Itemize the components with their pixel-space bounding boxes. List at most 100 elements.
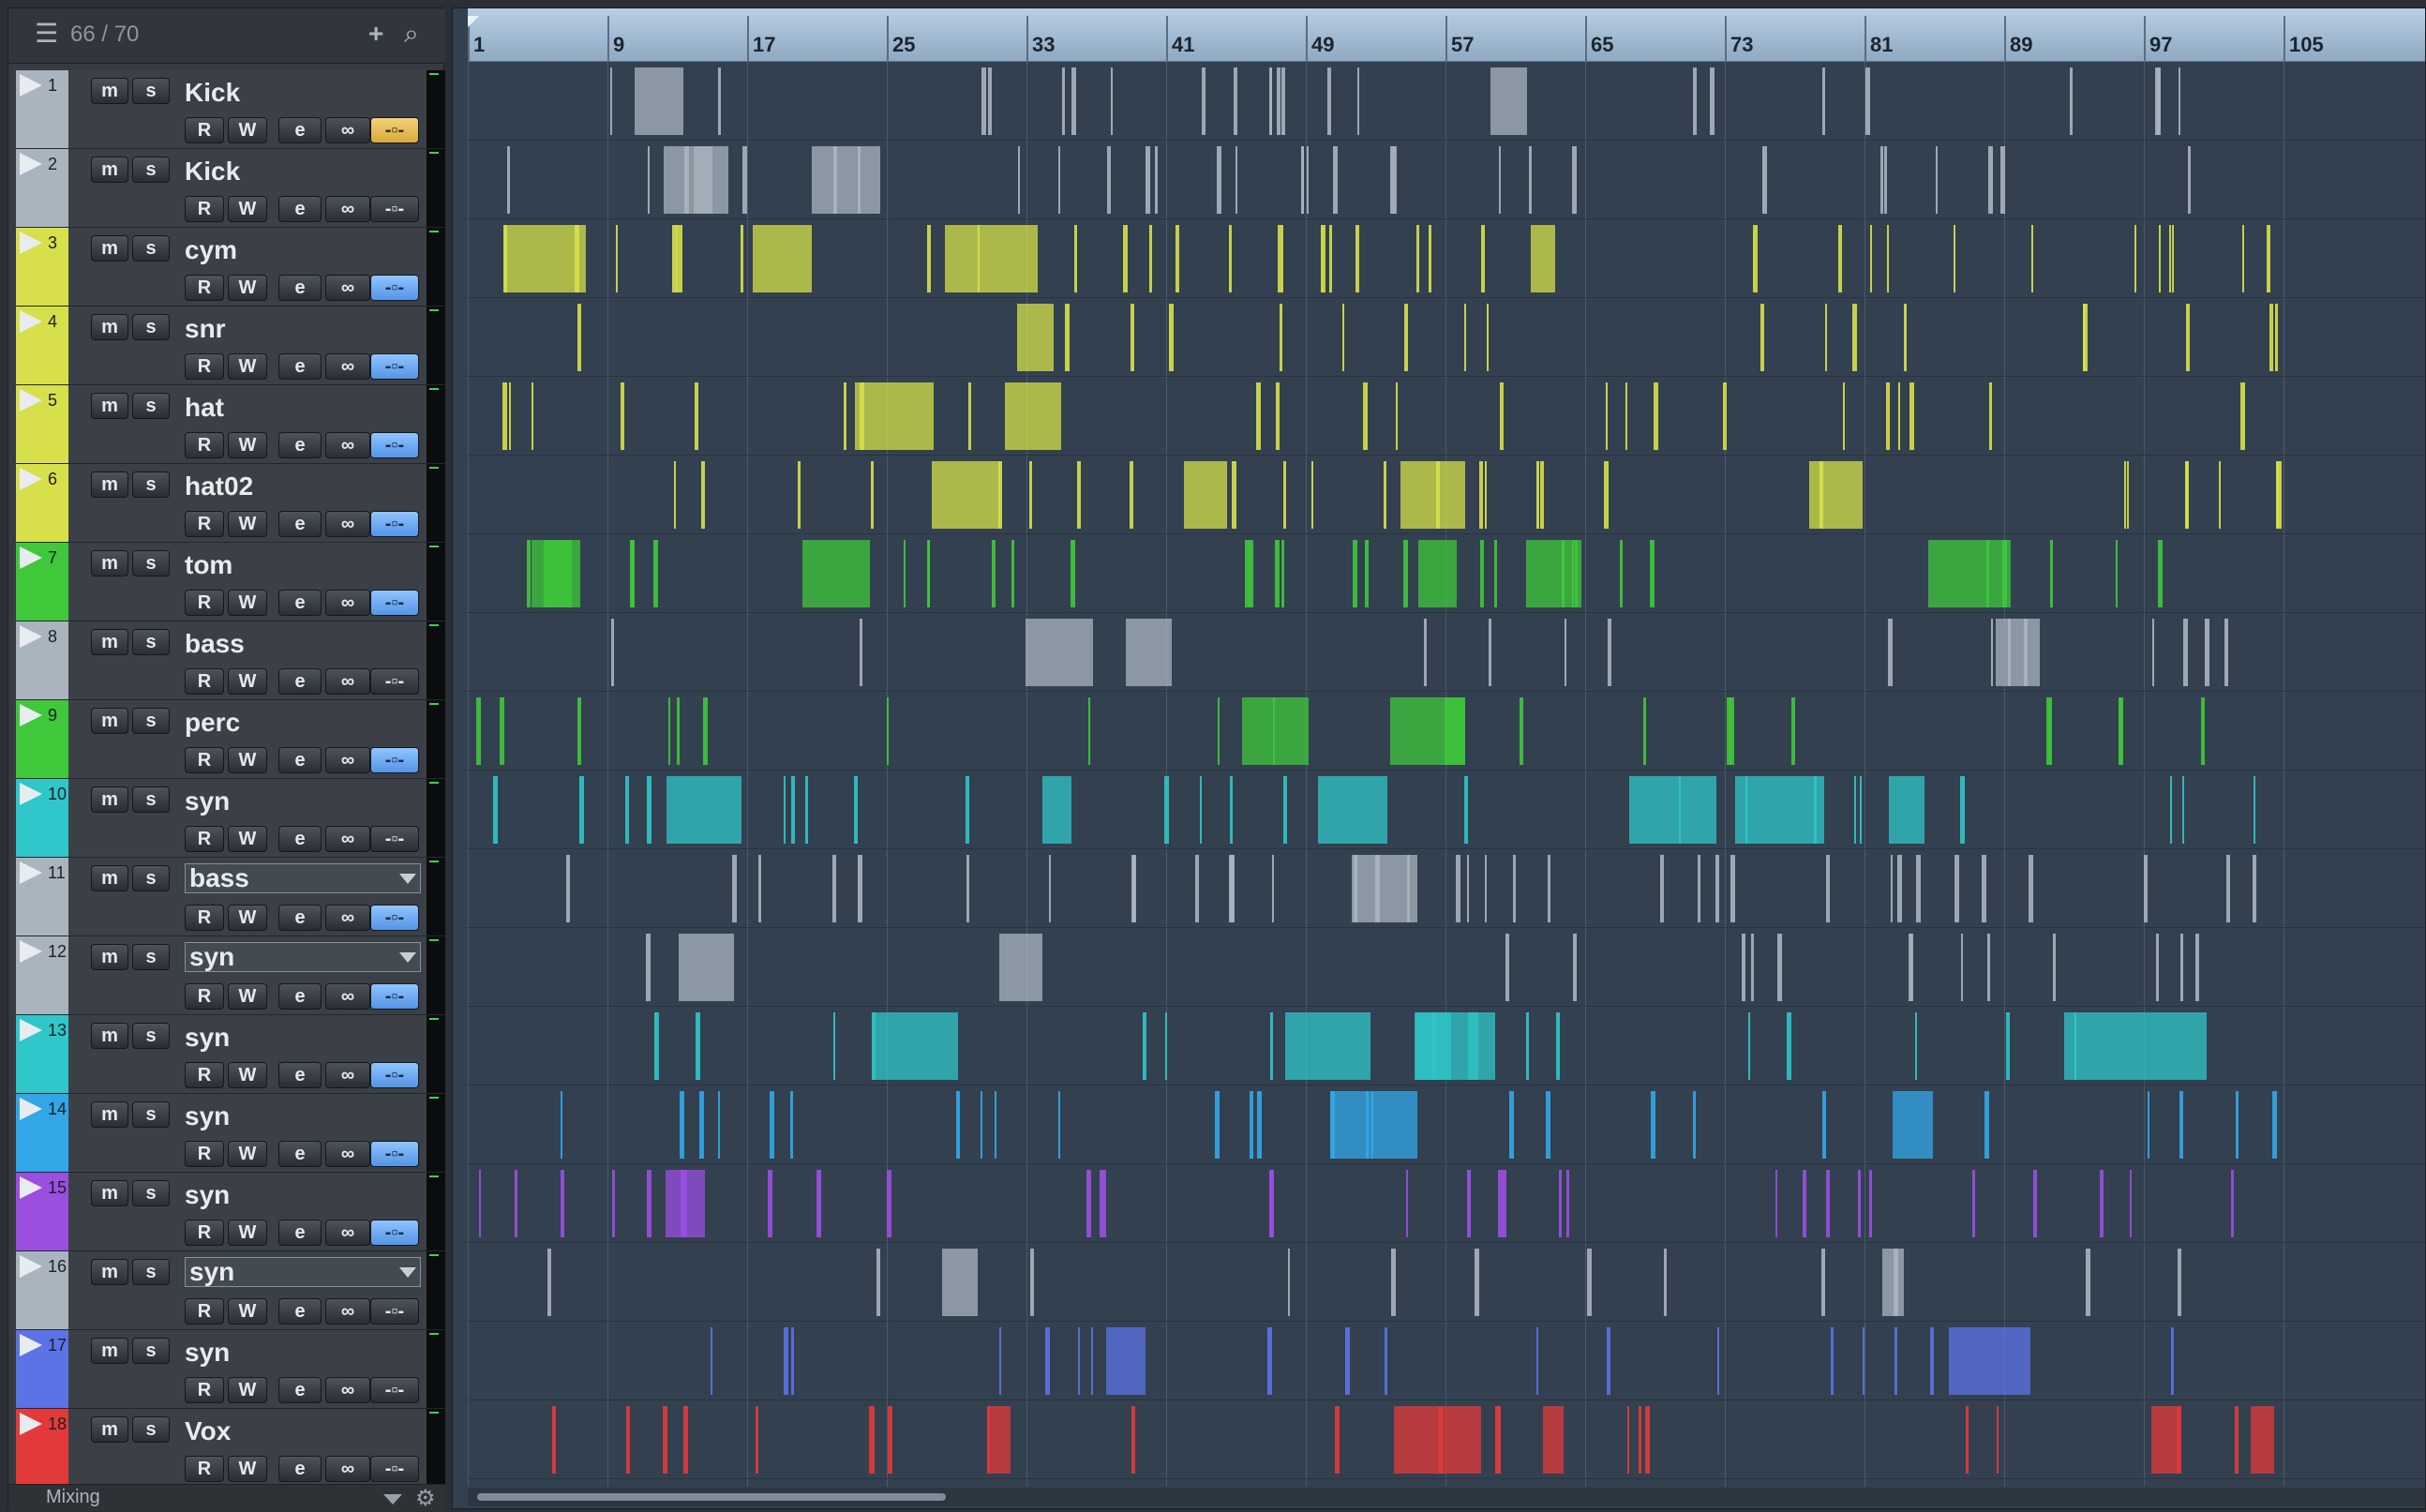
- midi-event[interactable]: [647, 1170, 651, 1237]
- track-color-strip[interactable]: 15: [16, 1173, 68, 1250]
- midi-event[interactable]: [2100, 1170, 2104, 1237]
- play-icon[interactable]: [20, 1019, 42, 1041]
- write-automation-button[interactable]: W: [228, 1377, 267, 1403]
- midi-event[interactable]: [2031, 225, 2033, 292]
- track-color-strip[interactable]: 7: [16, 543, 68, 621]
- list-icon[interactable]: ☰: [35, 20, 58, 48]
- midi-event[interactable]: [1651, 1091, 1655, 1159]
- edit-instrument-button[interactable]: e: [278, 590, 322, 616]
- edit-instrument-button[interactable]: e: [278, 511, 322, 537]
- midi-event[interactable]: [1464, 304, 1466, 371]
- link-button[interactable]: ∞: [325, 747, 370, 773]
- midi-event[interactable]: [1485, 461, 1487, 529]
- monitor-button[interactable]: -▫-: [370, 1377, 419, 1403]
- midi-event[interactable]: [1556, 1012, 1560, 1080]
- track-row[interactable]: 9 m s R We ∞ -▫- perc: [16, 700, 445, 779]
- midi-event[interactable]: [1809, 461, 1863, 529]
- edit-instrument-button[interactable]: e: [278, 275, 322, 301]
- midi-event[interactable]: [626, 1406, 630, 1474]
- track-color-strip[interactable]: 6: [16, 464, 68, 542]
- play-icon[interactable]: [20, 468, 42, 490]
- track-name[interactable]: hat: [185, 393, 224, 423]
- midi-event[interactable]: [992, 540, 996, 607]
- solo-button[interactable]: s: [132, 472, 170, 498]
- midi-event[interactable]: [1311, 461, 1313, 529]
- midi-event[interactable]: [1852, 304, 1857, 371]
- midi-event[interactable]: [1894, 1249, 1898, 1316]
- midi-event[interactable]: [2186, 304, 2190, 371]
- midi-event[interactable]: [1371, 1091, 1373, 1159]
- track-name[interactable]: syn: [185, 1101, 230, 1131]
- midi-event[interactable]: [1132, 855, 1136, 922]
- midi-event[interactable]: [1858, 1170, 1861, 1237]
- midi-event[interactable]: [1030, 1249, 1034, 1316]
- midi-event[interactable]: [1989, 382, 1992, 450]
- midi-event[interactable]: [1854, 776, 1856, 844]
- solo-button[interactable]: s: [132, 1338, 170, 1364]
- midi-event[interactable]: [1327, 67, 1331, 135]
- track-lane[interactable]: [468, 928, 2425, 1007]
- midi-event[interactable]: [1363, 382, 1368, 450]
- midi-event[interactable]: [718, 67, 721, 135]
- midi-event[interactable]: [1639, 1406, 1641, 1474]
- midi-event[interactable]: [1283, 461, 1286, 529]
- midi-event[interactable]: [654, 1012, 659, 1080]
- midi-event[interactable]: [677, 697, 680, 765]
- track-color-strip[interactable]: 11: [16, 858, 68, 936]
- midi-event[interactable]: [2158, 540, 2163, 607]
- midi-event[interactable]: [812, 146, 880, 214]
- midi-event[interactable]: [1071, 67, 1076, 135]
- track-row[interactable]: 3 m s R We ∞ -▫- cym: [16, 228, 445, 307]
- midi-event[interactable]: [904, 540, 906, 607]
- link-button[interactable]: ∞: [325, 432, 370, 458]
- midi-event[interactable]: [1357, 67, 1359, 135]
- midi-event[interactable]: [699, 1091, 704, 1159]
- midi-event[interactable]: [694, 146, 712, 214]
- midi-event[interactable]: [1155, 146, 1158, 214]
- midi-event[interactable]: [1643, 697, 1646, 765]
- midi-event[interactable]: [718, 1091, 720, 1159]
- midi-event[interactable]: [966, 776, 969, 844]
- midi-event[interactable]: [1620, 540, 1623, 607]
- track-name[interactable]: syn: [185, 1180, 230, 1210]
- midi-event[interactable]: [1418, 540, 1457, 607]
- midi-event[interactable]: [1242, 697, 1309, 765]
- midi-event[interactable]: [507, 146, 510, 214]
- track-row[interactable]: 14 m s R We ∞ -▫- syn: [16, 1094, 445, 1173]
- midi-event[interactable]: [1481, 225, 1485, 292]
- read-automation-button[interactable]: R: [185, 117, 224, 143]
- midi-event[interactable]: [981, 1091, 982, 1159]
- track-color-strip[interactable]: 18: [16, 1409, 68, 1487]
- midi-event[interactable]: [1283, 776, 1287, 844]
- track-row[interactable]: 12 m s R We ∞ -▫- syn: [16, 936, 445, 1015]
- midi-event[interactable]: [742, 146, 747, 214]
- monitor-button[interactable]: -▫-: [370, 590, 419, 616]
- read-automation-button[interactable]: R: [185, 905, 224, 931]
- write-automation-button[interactable]: W: [228, 668, 267, 695]
- track-lane[interactable]: [468, 1243, 2425, 1322]
- midi-event[interactable]: [1826, 1170, 1830, 1237]
- midi-event[interactable]: [616, 225, 618, 292]
- track-name[interactable]: bass: [185, 629, 245, 659]
- midi-event[interactable]: [2144, 855, 2148, 922]
- midi-event[interactable]: [1480, 540, 1484, 607]
- play-icon[interactable]: [20, 1413, 42, 1435]
- midi-event[interactable]: [1730, 855, 1735, 922]
- track-lane[interactable]: [468, 1164, 2425, 1243]
- solo-button[interactable]: s: [132, 1180, 170, 1206]
- midi-event[interactable]: [1111, 67, 1113, 135]
- midi-event[interactable]: [732, 855, 737, 922]
- midi-event[interactable]: [1218, 697, 1220, 765]
- play-icon[interactable]: [20, 153, 42, 175]
- mute-button[interactable]: m: [91, 865, 128, 891]
- midi-event[interactable]: [1400, 461, 1465, 529]
- edit-instrument-button[interactable]: e: [278, 1220, 322, 1246]
- mixing-label[interactable]: Mixing: [46, 1487, 100, 1508]
- midi-event[interactable]: [1520, 697, 1523, 765]
- midi-event[interactable]: [635, 67, 683, 135]
- midi-event[interactable]: [1257, 1091, 1262, 1159]
- track-lane[interactable]: [468, 219, 2425, 298]
- midi-event[interactable]: [1536, 461, 1539, 529]
- midi-event[interactable]: [1230, 776, 1233, 844]
- midi-event[interactable]: [1821, 1249, 1825, 1316]
